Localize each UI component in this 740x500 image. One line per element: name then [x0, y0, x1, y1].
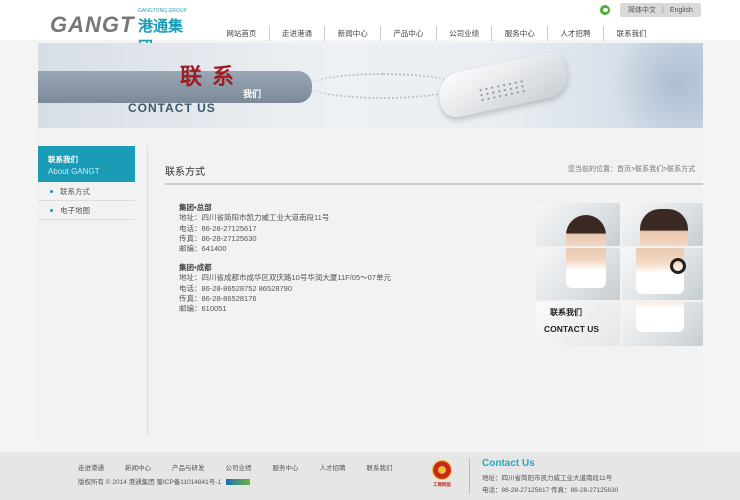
footer-nav: 走进港通 新闻中心 产品与研发 公司业绩 服务中心 人才招聘 联系我们 — [78, 462, 414, 472]
lang-separator: | — [662, 6, 664, 14]
cnzz-stats-icon[interactable] — [225, 479, 250, 486]
header: GANGT GANGTONG GROUP 港通集团 简体中文 | English… — [0, 0, 740, 56]
footer-link-service[interactable]: 服务中心 — [273, 462, 299, 472]
chengdu-heading: 集团•成都 — [179, 263, 212, 272]
footer-link-about[interactable]: 走进港通 — [78, 462, 104, 472]
sidebar-divider — [147, 146, 148, 436]
footer-link-careers[interactable]: 人才招聘 — [320, 462, 346, 472]
photo-tile — [622, 302, 703, 346]
wechat-icon[interactable] — [600, 5, 610, 15]
chengdu-contact-block: 集团•成都 地址：四川省成都市成华区双庆路10号华润大厦11F/05～07单元 … — [179, 263, 391, 314]
footer-link-rd[interactable]: 产品与研发 — [172, 462, 205, 472]
operator-figure — [566, 248, 606, 288]
breadcrumb[interactable]: 您当前的位置：首页>联系我们>联系方式 — [568, 164, 695, 174]
nav-careers[interactable]: 人才招聘 — [548, 26, 604, 41]
operator-figure — [636, 302, 684, 332]
logo[interactable]: GANGT GANGTONG GROUP 港通集团 — [50, 8, 190, 56]
footer: 走进港通 新闻中心 产品与研发 公司业绩 服务中心 人才招聘 联系我们 版权所有… — [0, 452, 740, 500]
bullet-icon — [50, 189, 53, 193]
banner-title-cn: 联系 — [180, 64, 245, 90]
copyright: 版权所有 © 2014 港通集团 蜀ICP备11014841号-1 — [78, 476, 250, 486]
footer-link-performance[interactable]: 公司业绩 — [226, 462, 252, 472]
hq-phone: 电话：86-28-27125617 — [179, 223, 257, 233]
phone-cord — [308, 73, 458, 99]
chengdu-phone: 电话：86-28-86528752 86528790 — [179, 283, 293, 293]
footer-link-news[interactable]: 新闻中心 — [125, 462, 151, 472]
language-box: 简体中文 | English — [620, 3, 701, 17]
hq-zip: 邮编：641400 — [179, 244, 227, 254]
photo-tile — [622, 248, 703, 300]
badge-caption: 工商网监 — [433, 482, 451, 487]
page-title: 联系方式 — [165, 167, 205, 178]
banner-glow — [598, 43, 703, 128]
banner-capsule — [38, 71, 312, 103]
headset-icon — [670, 258, 686, 274]
sidebar-heading: 联系我们 About GANGT — [38, 146, 135, 182]
chengdu-zip: 邮编：610051 — [179, 304, 227, 314]
sidebar-item-label: 联系方式 — [60, 186, 90, 196]
lang-cn-link[interactable]: 简体中文 — [628, 5, 656, 15]
nav-about[interactable]: 走进港通 — [270, 26, 326, 41]
copyright-text: 版权所有 © 2014 港通集团 蜀ICP备11014841号-1 — [78, 479, 222, 486]
nav-products[interactable]: 产品中心 — [381, 26, 437, 41]
nav-service[interactable]: 服务中心 — [492, 26, 549, 41]
banner: 联系 我们 CONTACT US — [38, 43, 703, 128]
chengdu-fax: 传真：86-28-86528176 — [179, 293, 257, 303]
chengdu-address: 地址：四川省成都市成华区双庆路10号华润大厦11F/05～07单元 — [179, 273, 391, 283]
footer-contact-title: Contact Us — [482, 458, 535, 469]
emblem-icon — [432, 460, 452, 480]
photo-tile — [622, 203, 703, 246]
banner-title-en: CONTACT US — [128, 101, 216, 115]
sidebar-item-map[interactable]: 电子地图 — [38, 201, 135, 220]
title-divider — [165, 183, 703, 185]
hq-address: 地址：四川省简阳市凯力威工业大道南段11号 — [179, 213, 330, 223]
lang-en-link[interactable]: English — [670, 7, 693, 14]
sidebar-item-contact-info[interactable]: 联系方式 — [38, 182, 135, 201]
nav-performance[interactable]: 公司业绩 — [437, 26, 493, 41]
hq-contact-block: 集团•总部 地址：四川省简阳市凯力威工业大道南段11号 电话：86-28-271… — [179, 203, 329, 254]
sidebar-heading-en: About GANGT — [48, 167, 100, 176]
contact-photo: 联系我们 CONTACT US — [536, 203, 703, 346]
main-nav: 网站首页 走进港通 新闻中心 产品中心 公司业绩 服务中心 人才招聘 联系我们 — [214, 26, 660, 41]
footer-phone-fax: 电话：86-28-27125617 传真：86-28-27125630 — [482, 487, 619, 494]
sidebar-item-label: 电子地图 — [60, 205, 90, 215]
footer-link-contact[interactable]: 联系我们 — [367, 462, 393, 472]
photo-tile — [536, 203, 620, 246]
sidebar: 联系我们 About GANGT 联系方式 电子地图 — [38, 146, 135, 220]
operator-figure — [566, 215, 606, 246]
logo-text-small: GANGTONG GROUP — [138, 8, 187, 14]
photo-label-cn: 联系我们 — [550, 308, 582, 317]
footer-address: 地址：四川省简阳市凯力威工业大道南段11号 — [482, 475, 613, 482]
banner-sub-cn: 我们 — [243, 89, 262, 99]
footer-divider — [469, 458, 470, 494]
bullet-icon — [50, 208, 53, 212]
hq-heading: 集团•总部 — [179, 203, 212, 212]
logo-text-en: GANGT — [50, 12, 135, 37]
business-license-badge[interactable]: 工商网监 — [428, 460, 456, 490]
nav-contact[interactable]: 联系我们 — [604, 26, 660, 41]
operator-figure — [640, 209, 688, 246]
sidebar-heading-cn: 联系我们 — [48, 155, 78, 164]
nav-news[interactable]: 新闻中心 — [325, 26, 382, 41]
photo-tile — [536, 248, 620, 300]
language-switcher: 简体中文 | English — [600, 3, 701, 17]
photo-label-en: CONTACT US — [544, 324, 600, 334]
hq-fax: 传真：86-28-27125630 — [179, 233, 257, 243]
nav-home[interactable]: 网站首页 — [214, 26, 270, 41]
